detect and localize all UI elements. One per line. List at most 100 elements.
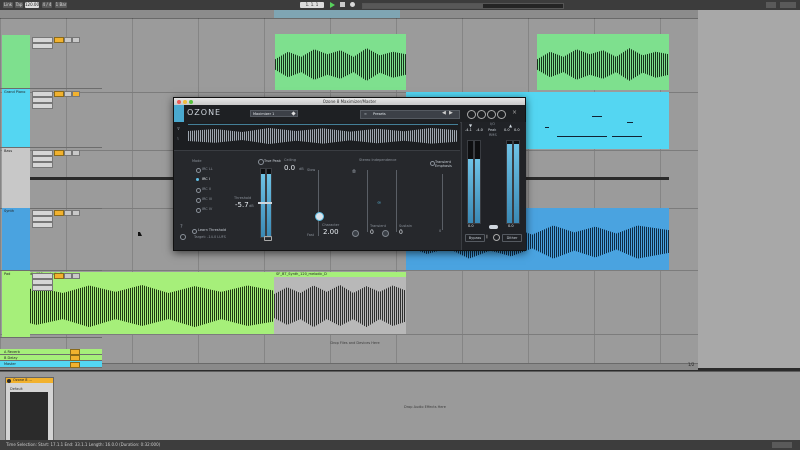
master-track-name[interactable]: Master <box>4 362 16 366</box>
track-name[interactable]: Synth <box>4 209 14 213</box>
arm-button[interactable] <box>72 210 80 216</box>
audio-clip[interactable] <box>275 34 406 90</box>
record-icon[interactable] <box>350 2 355 7</box>
track-name[interactable]: Pad <box>4 272 10 276</box>
link-icon[interactable] <box>264 236 272 241</box>
monitor-menu[interactable] <box>32 285 53 291</box>
transient-value[interactable]: 0 <box>370 229 374 236</box>
zoom-window-icon[interactable] <box>189 99 193 104</box>
ceiling-value[interactable]: 0.0 <box>284 164 295 172</box>
link-button[interactable]: Link <box>3 2 13 8</box>
track-header-1[interactable] <box>0 35 102 89</box>
gain-link-toggle[interactable] <box>489 225 498 229</box>
monitor-menu[interactable] <box>32 222 53 228</box>
solo-button[interactable] <box>64 150 72 156</box>
output-gain-value[interactable]: 0.0 <box>508 224 514 228</box>
learn-threshold-label[interactable]: Learn Threshold <box>198 228 226 232</box>
solo-button[interactable] <box>64 210 72 216</box>
audio-clip-selected[interactable]: SF_BT_Synth_120_melodic_D <box>274 272 406 334</box>
threshold-fader-handle[interactable] <box>258 202 272 204</box>
next-preset-icon[interactable]: ▶ <box>449 111 453 116</box>
meter-mode-icon[interactable]: ⊽ <box>177 126 180 131</box>
undo-history-icon[interactable] <box>467 110 476 119</box>
gain-reduction-icon[interactable]: ⌇ <box>177 136 179 141</box>
tempo-field[interactable]: 120.00 <box>25 2 39 8</box>
solo-button[interactable] <box>64 37 72 43</box>
character-value[interactable]: 2.00 <box>323 228 339 236</box>
input-gain-value[interactable]: 0.0 <box>468 224 474 228</box>
help-icon[interactable] <box>487 110 496 119</box>
stereo-link-icon[interactable]: ∞ <box>377 200 381 206</box>
quantize-menu[interactable]: 1 Bar <box>55 2 67 8</box>
play-icon[interactable] <box>330 2 335 8</box>
monitor-menu[interactable] <box>32 162 53 168</box>
audio-clip[interactable] <box>537 34 669 90</box>
transient-emphasis-value[interactable]: 0 <box>439 229 441 233</box>
device-preset[interactable]: Default <box>10 387 23 391</box>
ozone-device[interactable]: Ozone 8 ... Default <box>5 377 54 441</box>
sustain-fader[interactable] <box>396 170 397 232</box>
dither-button[interactable]: Dither <box>502 234 522 242</box>
character-slider-handle[interactable] <box>315 212 324 221</box>
transient-knob-icon[interactable] <box>352 230 359 237</box>
track-activator[interactable] <box>54 37 64 43</box>
mode-option[interactable]: IRC IV <box>196 206 236 216</box>
track-header-5[interactable]: Pad <box>0 271 102 338</box>
sustain-knob-icon[interactable] <box>382 230 389 237</box>
device-power-icon[interactable] <box>7 378 11 383</box>
bottom-ruler[interactable] <box>0 363 698 370</box>
mode-option[interactable]: IRC LL <box>196 166 236 176</box>
ozone-plugin-window[interactable]: Ozone 8 Maximizer/Master OZONE Maximizer… <box>173 97 526 251</box>
learn-threshold-toggle[interactable] <box>192 229 197 234</box>
stereo-toggle-icon[interactable]: ⦾ <box>352 169 356 175</box>
minimize-window-icon[interactable] <box>183 99 187 104</box>
track-activator[interactable] <box>54 210 64 216</box>
track-activator[interactable] <box>54 91 64 97</box>
track-header-2[interactable]: Grand Piano <box>0 89 102 148</box>
sustain-value[interactable]: 0 <box>399 229 403 236</box>
settings-icon[interactable] <box>497 110 506 119</box>
close-module-icon[interactable]: × <box>512 109 517 116</box>
bulb-icon[interactable] <box>180 234 186 240</box>
bypass-button[interactable]: Bypass <box>465 234 485 242</box>
arm-button[interactable] <box>72 273 80 279</box>
codec-icon[interactable] <box>477 110 486 119</box>
arm-button[interactable] <box>72 150 80 156</box>
arrangement-position[interactable]: 1. 1. 1 <box>300 2 324 8</box>
threshold-value[interactable]: -5.7 <box>235 201 249 209</box>
true-peak-label[interactable]: True Peak <box>264 159 281 163</box>
master-track[interactable]: Master <box>0 361 102 368</box>
key-map-button[interactable] <box>766 2 776 8</box>
input-channel-menu[interactable] <box>32 43 53 49</box>
track-name[interactable]: Bass <box>4 149 12 153</box>
tap-tempo-button[interactable]: Tap <box>15 2 23 8</box>
track-header-4[interactable]: Synth <box>0 208 102 271</box>
track-activator[interactable] <box>54 150 64 156</box>
mode-option[interactable]: IRC III <box>196 196 236 206</box>
track-activator[interactable] <box>70 362 80 368</box>
time-signature-field[interactable]: 4 / 4 <box>42 2 52 8</box>
solo-button[interactable] <box>64 91 72 97</box>
device-title[interactable]: Ozone 8 ... <box>6 378 53 383</box>
return-track-name[interactable]: A Reverb <box>4 350 20 354</box>
track-lane-1[interactable] <box>0 18 698 93</box>
arm-button[interactable] <box>72 37 80 43</box>
track-activator[interactable] <box>54 273 64 279</box>
overview-bar[interactable] <box>362 3 564 9</box>
mode-option-selected[interactable]: IRC I <box>196 176 236 186</box>
solo-button[interactable] <box>64 273 72 279</box>
help-question-icon[interactable]: ? <box>180 224 183 230</box>
transient-fader[interactable] <box>367 170 368 232</box>
arm-button[interactable] <box>72 91 80 97</box>
transient-emphasis-label[interactable]: Transient Emphasis <box>435 160 457 168</box>
stop-icon[interactable] <box>340 2 345 7</box>
close-window-icon[interactable] <box>177 99 181 104</box>
gain-match-icon[interactable]: ⫼ <box>486 234 491 240</box>
reference-icon[interactable] <box>493 234 500 241</box>
monitor-menu[interactable] <box>32 103 53 109</box>
mode-option[interactable]: IRC II <box>196 186 236 196</box>
midi-clip[interactable] <box>537 92 669 149</box>
return-track-name[interactable]: B Delay <box>4 356 18 360</box>
track-name[interactable]: Grand Piano <box>4 90 25 94</box>
target-label[interactable]: Target: -14.0 LUFS <box>194 235 226 239</box>
